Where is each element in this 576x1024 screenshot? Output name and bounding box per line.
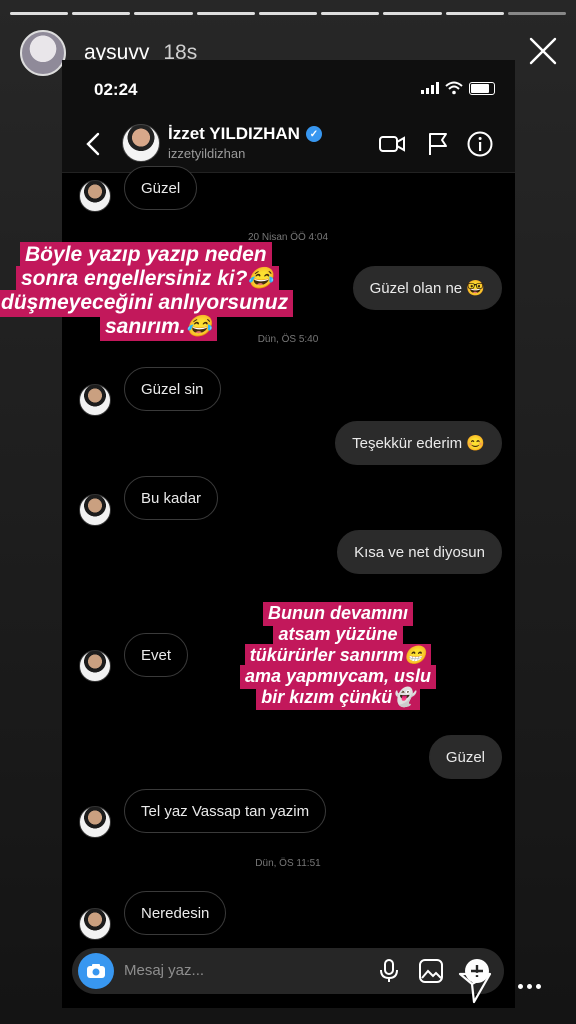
battery-icon	[469, 81, 495, 95]
chat-header: İzzet YILDIZHAN ✓ izzetyildizhan	[62, 116, 515, 173]
camera-icon[interactable]	[78, 953, 114, 989]
signal-icon	[421, 82, 439, 94]
message-incoming[interactable]: Güzel	[124, 166, 198, 210]
sender-avatar	[79, 908, 111, 940]
caption-line: Böyle yazıp yazıp neden	[20, 242, 272, 269]
message-incoming[interactable]: Bu kadar	[124, 476, 219, 520]
caption-line: sonra engellersiniz ki?😂	[16, 266, 279, 293]
phone-clock: 02:24	[94, 80, 138, 99]
back-icon[interactable]	[82, 130, 106, 158]
message-outgoing[interactable]: Güzel	[428, 735, 502, 779]
contact-handle: izzetyildizhan	[168, 146, 246, 161]
story-caption-middle: Bunun devamını atsam yüzüne tükürürler s…	[220, 602, 456, 710]
phone-status-bar: 02:24	[62, 60, 515, 116]
message-composer[interactable]: Mesaj yaz...	[72, 948, 504, 994]
message-outgoing[interactable]: Kısa ve net diyosun	[337, 530, 502, 574]
send-icon[interactable]	[456, 968, 494, 1006]
message-incoming[interactable]: Neredesin	[124, 891, 227, 935]
message-incoming[interactable]: Evet	[124, 633, 189, 677]
verified-badge-icon: ✓	[305, 126, 322, 142]
story-progress	[10, 12, 566, 15]
contact-name-row[interactable]: İzzet YILDIZHAN ✓	[168, 124, 322, 144]
video-call-icon[interactable]	[378, 130, 406, 158]
more-icon[interactable]	[518, 984, 541, 989]
message-outgoing[interactable]: Teşekkür ederim 😊	[335, 421, 502, 465]
contact-name: İzzet YILDIZHAN	[168, 124, 300, 143]
caption-line: sanırım.😂	[100, 314, 217, 341]
microphone-icon[interactable]	[376, 958, 402, 984]
wifi-icon	[445, 81, 463, 95]
sender-avatar	[79, 494, 111, 526]
message-incoming[interactable]: Tel yaz Vassap tan yazim	[124, 789, 327, 833]
sender-avatar	[79, 650, 111, 682]
story-avatar[interactable]	[20, 30, 66, 76]
gallery-icon[interactable]	[418, 958, 444, 984]
sender-avatar	[79, 180, 111, 212]
message-input-placeholder[interactable]: Mesaj yaz...	[124, 962, 204, 979]
story-caption-top: Böyle yazıp yazıp neden sonra engellersi…	[0, 242, 294, 341]
caption-line: düşmeyeceğini anlıyorsunuz	[0, 290, 294, 317]
flag-icon[interactable]	[424, 130, 452, 158]
contact-avatar[interactable]	[122, 124, 160, 162]
message-outgoing[interactable]: Güzel olan ne 🤓	[352, 266, 502, 310]
message-timestamp: Dün, ÖS 11:51	[255, 858, 321, 869]
dm-screenshot: 02:24 İzzet YILDIZHAN ✓ izzetyildizhan G…	[62, 60, 515, 1008]
close-icon[interactable]	[526, 34, 560, 68]
sender-avatar	[79, 806, 111, 838]
message-incoming[interactable]: Güzel sin	[124, 367, 221, 411]
caption-line: bir kızım çünkü👻	[256, 686, 420, 710]
sender-avatar	[79, 384, 111, 416]
info-icon[interactable]	[466, 130, 494, 158]
